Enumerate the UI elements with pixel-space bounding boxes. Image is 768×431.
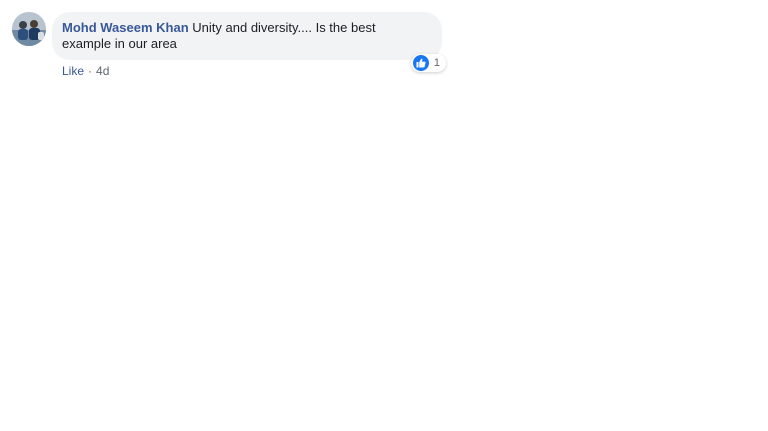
avatar-image xyxy=(12,12,46,46)
author-name[interactable]: Mohd Waseem Khan xyxy=(62,20,189,35)
separator: · xyxy=(88,64,93,78)
reaction-summary[interactable]: 1 xyxy=(410,54,446,72)
comment-body: Mohd Waseem Khan Unity and diversity....… xyxy=(52,12,446,78)
comment-bubble: Mohd Waseem Khan Unity and diversity....… xyxy=(52,12,446,72)
timestamp[interactable]: 4d xyxy=(96,64,109,78)
comment: Mohd Waseem Khan Unity and diversity....… xyxy=(12,12,446,78)
comment-actions: Like · 4d xyxy=(62,64,442,78)
reaction-count: 1 xyxy=(433,57,440,69)
like-button[interactable]: Like xyxy=(62,64,84,78)
avatar[interactable] xyxy=(12,12,46,46)
thumbs-up-icon xyxy=(412,55,429,71)
